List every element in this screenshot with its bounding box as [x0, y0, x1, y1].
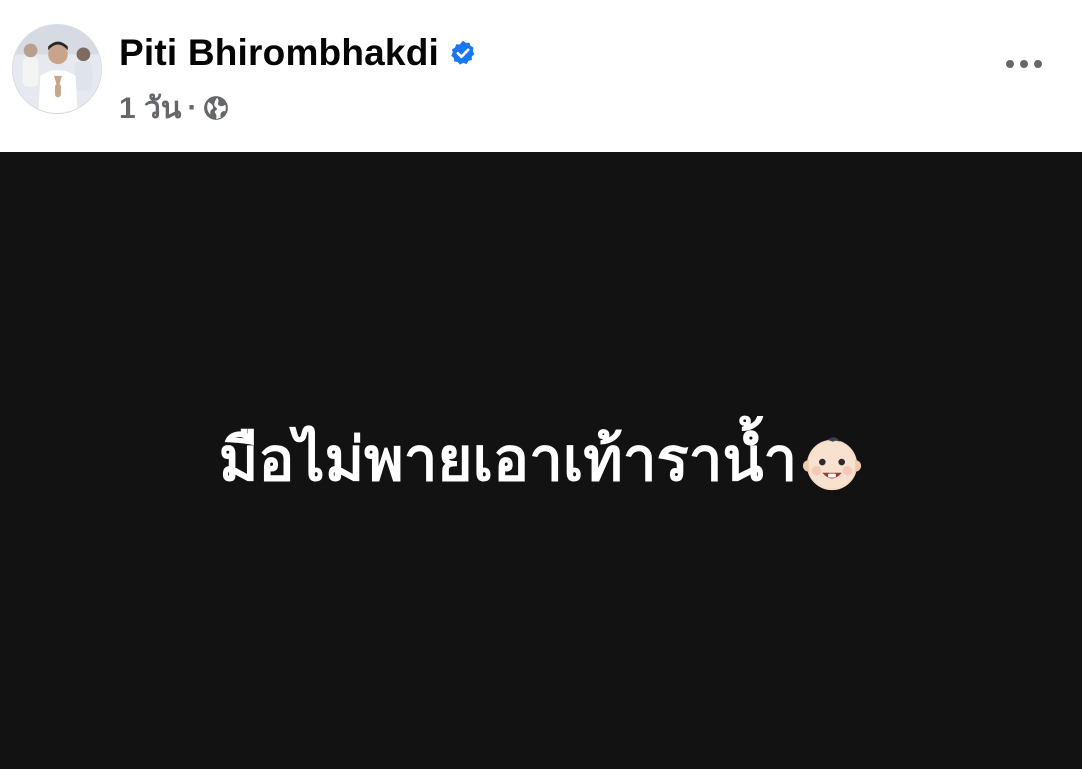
- author-name[interactable]: Piti Bhirombhakdi: [119, 32, 439, 74]
- baby-face-icon: [797, 424, 863, 494]
- more-options-button[interactable]: [1004, 44, 1044, 84]
- status-text: มือไม่พายเอาเท้าราน้ำ: [218, 424, 798, 495]
- post-timestamp[interactable]: 1 วัน: [119, 85, 181, 132]
- author-row: Piti Bhirombhakdi: [119, 30, 477, 76]
- status-line: มือไม่พายเอาเท้าราน้ำ: [219, 412, 863, 507]
- meta-separator: ·: [187, 91, 198, 124]
- author-avatar[interactable]: [12, 24, 102, 114]
- post-meta: 1 วัน ·: [119, 86, 229, 130]
- post-header: Piti Bhirombhakdi 1 วัน ·: [0, 0, 1082, 152]
- globe-icon[interactable]: [203, 95, 229, 121]
- verified-badge-icon: [449, 39, 477, 67]
- status-background: มือไม่พายเอาเท้าราน้ำ: [0, 152, 1082, 769]
- facebook-post: Piti Bhirombhakdi 1 วัน · มือไม่พายเอาเท…: [0, 0, 1082, 769]
- more-horizontal-icon: [1005, 58, 1043, 70]
